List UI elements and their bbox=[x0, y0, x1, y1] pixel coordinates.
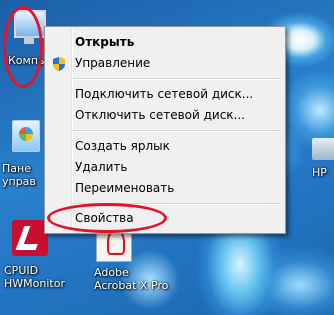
desktop-icon-label: HP bbox=[312, 166, 327, 179]
menu-separator bbox=[73, 203, 282, 205]
desktop-icon-control-panel[interactable]: Пане управ bbox=[2, 120, 50, 188]
menu-separator bbox=[73, 78, 282, 80]
menu-item-open[interactable]: Открыть bbox=[75, 32, 134, 52]
menu-item-properties[interactable]: Свойства bbox=[75, 208, 134, 228]
desktop-icon-label: CPUID HWMonitor bbox=[4, 264, 65, 290]
menu-item-rename[interactable]: Переименовать bbox=[75, 178, 174, 198]
menu-item-create-shortcut[interactable]: Создать ярлык bbox=[75, 136, 170, 156]
menu-separator bbox=[73, 130, 282, 132]
desktop-icon-label: Компь bbox=[8, 54, 45, 67]
computer-icon bbox=[12, 6, 46, 46]
menu-item-disconnect-network-drive[interactable]: Отключить сетевой диск... bbox=[75, 105, 245, 125]
desktop-icon-label: Пане управ bbox=[2, 162, 36, 188]
desktop-icon-label: Adobe Acrobat X Pro bbox=[94, 266, 169, 292]
control-panel-icon bbox=[12, 120, 40, 152]
context-menu: Открыть Управление Подключить сетевой ди… bbox=[44, 26, 286, 234]
cpuid-hwmonitor-icon bbox=[12, 220, 48, 256]
menu-item-delete[interactable]: Удалить bbox=[75, 157, 128, 177]
uac-shield-icon bbox=[53, 57, 65, 71]
desktop-icon-hp[interactable]: HP bbox=[312, 138, 334, 179]
menu-item-map-network-drive[interactable]: Подключить сетевой диск... bbox=[75, 84, 253, 104]
hp-icon bbox=[312, 138, 334, 160]
menu-item-manage[interactable]: Управление bbox=[75, 53, 150, 73]
